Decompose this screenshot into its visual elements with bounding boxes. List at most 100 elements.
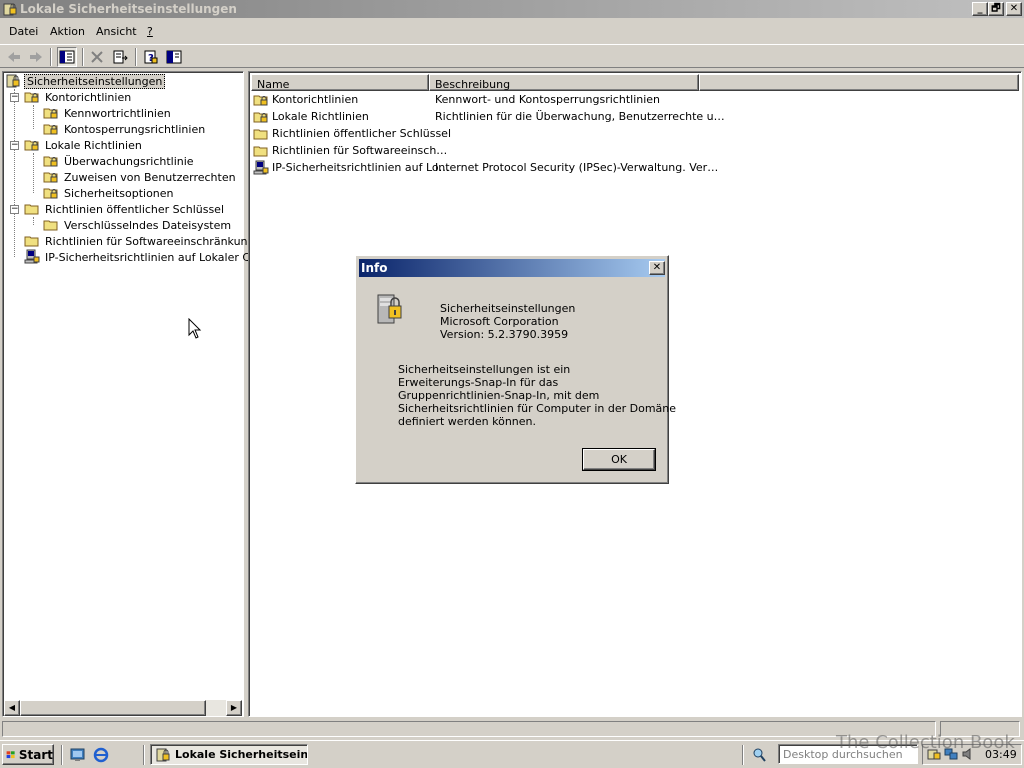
scroll-left-button[interactable]: ◀ [4, 700, 20, 716]
column-header-filler [699, 74, 1019, 91]
tree-item-label: Zuweisen von Benutzerrechten [64, 170, 236, 184]
tree-item-ip-sicherheitsrichtlinien[interactable]: IP-Sicherheitsrichtlinien auf Lokaler Co… [24, 249, 277, 265]
list-row[interactable]: Kontorichtlinien Kennwort- und Kontosper… [253, 91, 660, 108]
watermark: The Collection Book [836, 732, 1015, 753]
menu-ansicht[interactable]: Ansicht [96, 25, 137, 38]
tree-item-kennwortrichtlinien[interactable]: Kennwortrichtlinien [43, 105, 173, 121]
policy-folder-icon [43, 108, 58, 119]
dialog-close-button[interactable]: ✕ [649, 261, 665, 275]
back-arrow-icon [8, 52, 20, 62]
tree-item-verschluesselndes-dateisystem[interactable]: Verschlüsselndes Dateisystem [43, 217, 233, 233]
window-title-bar[interactable]: Lokale Sicherheitseinstellungen _ 🗗 ✕ [0, 0, 1024, 18]
taskbar-separator [143, 745, 145, 765]
security-settings-icon [156, 748, 170, 761]
scroll-thumb[interactable] [20, 700, 206, 716]
back-button[interactable] [4, 47, 24, 67]
security-settings-icon [3, 3, 17, 16]
dialog-description-line: definiert werden können. [398, 415, 537, 428]
list-row[interactable]: Richtlinien öffentlicher Schlüssel [253, 125, 451, 142]
dialog-version: Version: 5.2.3790.3959 [440, 328, 569, 341]
folder-icon [253, 146, 268, 156]
list-row[interactable]: IP-Sicherheitsrichtlinien auf Lo… Intern… [253, 159, 718, 176]
tree-horizontal-scrollbar[interactable]: ◀ ▶ [4, 700, 242, 716]
dialog-description-line: Gruppenrichtlinien-Snap-In, mit dem [398, 389, 600, 402]
tree-item-label: Richtlinien für Softwareeinschränkung [45, 234, 255, 248]
tree-item-label: Kennwortrichtlinien [64, 106, 171, 120]
policy-folder-icon [43, 124, 58, 135]
export-list-button[interactable] [110, 47, 130, 67]
tree-item-label: Kontorichtlinien [45, 90, 132, 104]
mouse-pointer-icon [188, 318, 202, 339]
collapse-toggle[interactable]: − [10, 141, 19, 150]
deskbar-search-icon[interactable] [752, 747, 766, 763]
list-row-name: Richtlinien öffentlicher Schlüssel [272, 127, 452, 140]
tree-item-label: IP-Sicherheitsrichtlinien auf Lokaler Co… [45, 250, 275, 264]
scroll-right-button[interactable]: ▶ [226, 700, 242, 716]
dialog-description-line: Erweiterungs-Snap-In für das [398, 376, 559, 389]
tree-item-ueberwachungsrichtlinie[interactable]: Überwachungsrichtlinie [43, 153, 196, 169]
export-list-icon [113, 50, 128, 64]
start-label: Start [18, 747, 53, 762]
tree-item-kontosperrungsrichtlinien[interactable]: Kontosperrungsrichtlinien [43, 121, 207, 137]
dialog-title: Info [361, 261, 388, 275]
list-row[interactable]: Lokale Richtlinien Richtlinien für die Ü… [253, 108, 725, 125]
menu-aktion[interactable]: Aktion [50, 25, 85, 38]
folder-icon [24, 236, 39, 247]
tree-item-sicherheitsoptionen[interactable]: Sicherheitsoptionen [43, 185, 176, 201]
forward-button[interactable] [26, 47, 46, 67]
internet-explorer-icon[interactable] [93, 747, 109, 763]
folder-icon [24, 204, 39, 215]
folder-icon [253, 129, 268, 139]
tree-item-sicherheitseinstellungen[interactable]: Sicherheitseinstellungen [5, 73, 166, 89]
column-header-name[interactable]: Name [251, 74, 429, 91]
properties-icon [166, 50, 182, 64]
list-row[interactable]: Richtlinien für Softwareeinsch… [253, 142, 447, 159]
maximize-button[interactable]: 🗗 [988, 2, 1004, 16]
tree-connector [33, 105, 34, 129]
list-row-name: Kontorichtlinien [272, 93, 359, 106]
info-dialog: Info ✕ Sicherheitseinstellungen Microsof… [355, 255, 676, 484]
toolbar-separator [82, 48, 84, 66]
minimize-button[interactable]: _ [972, 2, 988, 16]
tree-item-zuweisen-von-benutzerrechten[interactable]: Zuweisen von Benutzerrechten [43, 169, 238, 185]
dialog-description-line: Sicherheitseinstellungen ist ein [398, 363, 571, 376]
tree-item-label: Verschlüsselndes Dateisystem [64, 218, 232, 232]
tree-item-softwareeinschraenkung[interactable]: Richtlinien für Softwareeinschränkung [24, 233, 257, 249]
collapse-toggle[interactable]: − [10, 93, 19, 102]
tree-connector [33, 217, 34, 225]
show-hide-tree-icon [59, 50, 75, 64]
tree-connector [33, 153, 34, 193]
console-tree[interactable]: Sicherheitseinstellungen − Kontorichtlin… [2, 71, 275, 717]
menu-datei[interactable]: Datei [9, 25, 38, 38]
dialog-title-bar[interactable]: Info ✕ [359, 259, 665, 277]
tree-item-kontorichtlinien[interactable]: Kontorichtlinien [24, 89, 133, 105]
collapse-toggle[interactable]: − [10, 205, 19, 214]
show-hide-tree-button[interactable] [57, 47, 77, 67]
ok-button[interactable]: OK [582, 448, 656, 471]
policy-folder-icon [24, 92, 39, 103]
policy-folder-icon [43, 172, 58, 183]
tree-item-richtlinien-oeffentlicher-schluessel[interactable]: Richtlinien öffentlicher Schlüssel [24, 201, 226, 217]
taskbar-separator [742, 745, 744, 765]
list-row-name: Lokale Richtlinien [272, 110, 369, 123]
tree-item-label: Lokale Richtlinien [45, 138, 142, 152]
taskbar-app-button[interactable]: Lokale Sicherheitsein... [150, 744, 308, 765]
policy-folder-icon [253, 112, 268, 122]
security-settings-icon [6, 74, 20, 88]
dialog-company: Microsoft Corporation [440, 315, 559, 328]
help-icon: ? [144, 50, 158, 64]
column-header-beschreibung[interactable]: Beschreibung [429, 74, 699, 91]
delete-button[interactable] [87, 47, 107, 67]
toolbar: ? [0, 44, 1024, 68]
tree-item-lokale-richtlinien[interactable]: Lokale Richtlinien [24, 137, 144, 153]
list-row-description: Kennwort- und Kontosperrungsrichtlinien [435, 93, 661, 106]
forward-arrow-icon [30, 52, 42, 62]
close-button[interactable]: ✕ [1006, 2, 1022, 16]
policy-folder-icon [43, 156, 58, 167]
start-button[interactable]: Start [2, 744, 54, 765]
show-desktop-icon[interactable] [70, 747, 86, 763]
ipsec-icon [24, 249, 40, 264]
properties-button[interactable] [164, 47, 184, 67]
menu-help[interactable]: ? [147, 25, 153, 38]
help-button[interactable]: ? [141, 47, 161, 67]
